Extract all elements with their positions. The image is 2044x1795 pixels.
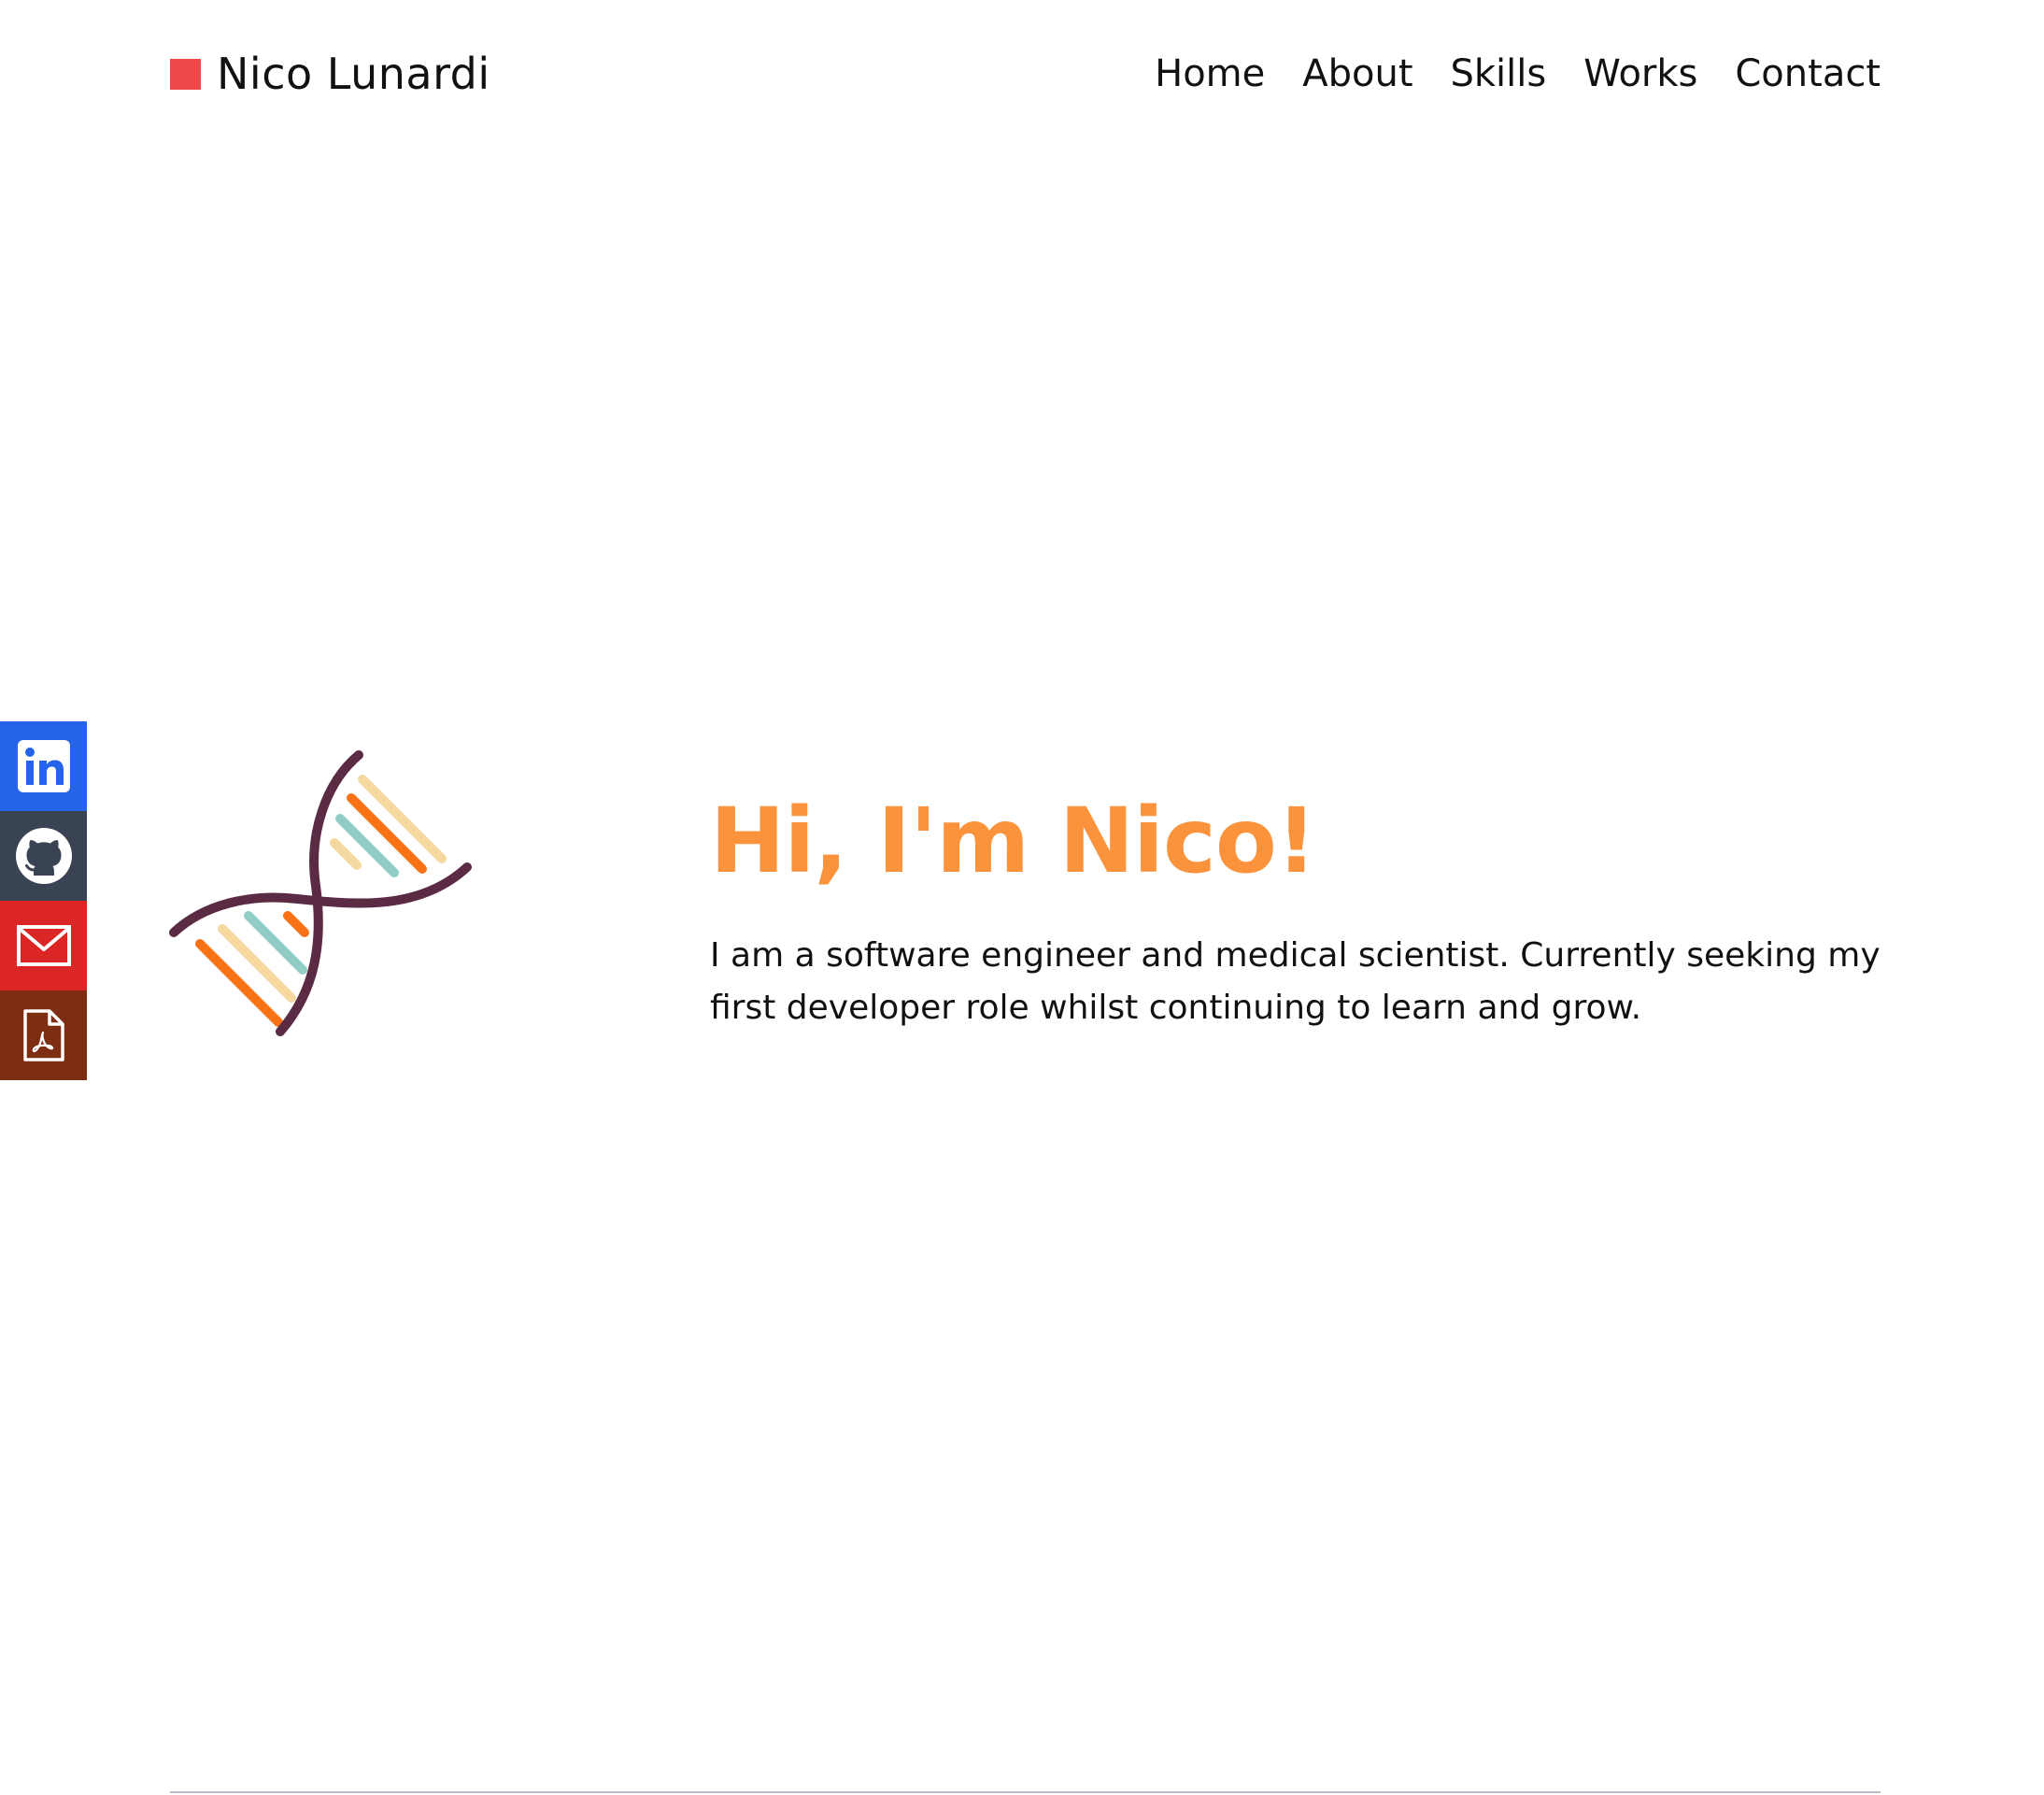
hero-description: I am a software engineer and medical sci… [710,935,1881,1027]
page: Nico Lunardi Home About Skills Works Con… [0,0,2044,1795]
brand-link[interactable]: Nico Lunardi [170,49,490,99]
dna-helix-icon [169,750,472,1036]
nav-works[interactable]: Works [1583,52,1697,95]
email-link[interactable] [0,901,87,990]
section-divider [170,1791,1881,1793]
linkedin-icon [17,740,70,792]
hero: Hi, I'm Nico! I am a software engineer a… [710,794,1887,1034]
nav-skills[interactable]: Skills [1451,52,1547,95]
main-nav: Home About Skills Works Contact [1155,52,1881,95]
github-link[interactable] [0,811,87,901]
linkedin-link[interactable] [0,721,87,811]
resume-link[interactable] [0,990,87,1080]
email-icon [16,925,71,966]
nav-contact[interactable]: Contact [1735,52,1881,95]
social-sidebar [0,721,87,1080]
site-header: Nico Lunardi Home About Skills Works Con… [170,41,1881,107]
pdf-resume-icon [22,1009,64,1061]
github-icon [15,828,72,884]
nav-about[interactable]: About [1302,52,1412,95]
brand-logo-square [170,58,201,90]
nav-home[interactable]: Home [1155,52,1265,95]
hero-title: Hi, I'm Nico! [710,789,1317,893]
brand-name: Nico Lunardi [217,49,490,99]
